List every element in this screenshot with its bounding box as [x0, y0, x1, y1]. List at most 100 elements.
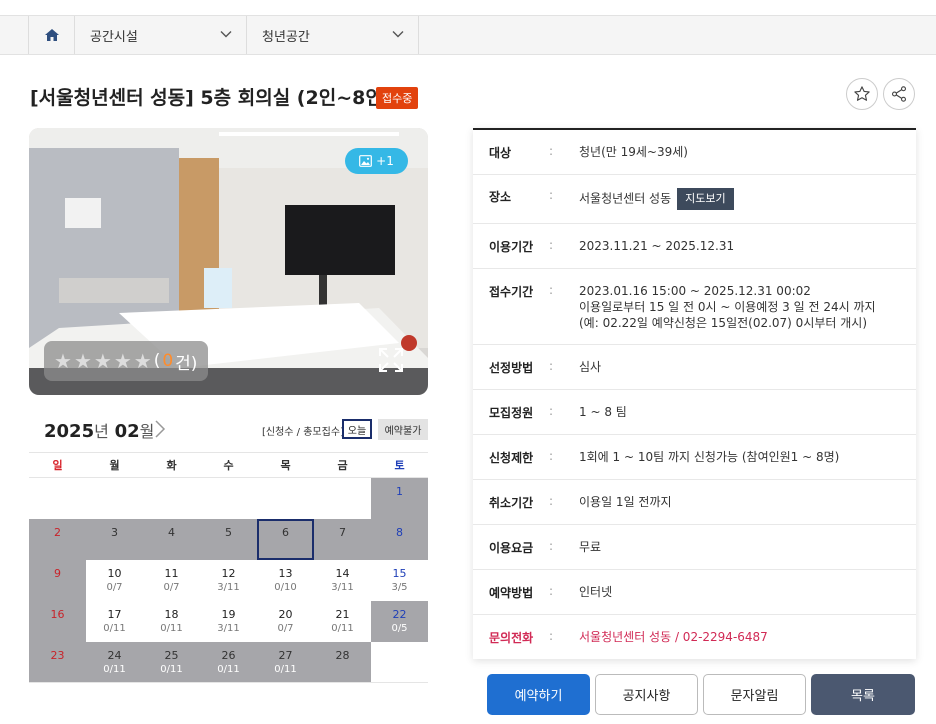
- calendar-day-number: 28: [335, 648, 350, 662]
- separator: :: [549, 404, 554, 418]
- favorite-button[interactable]: [846, 78, 878, 110]
- calendar-day[interactable]: 15 3/5: [371, 559, 428, 601]
- calendar-day-ratio: 0/7: [163, 581, 180, 593]
- calendar-day-ratio: 0/11: [217, 663, 240, 675]
- separator: :: [549, 283, 554, 297]
- info-label: 장소: [489, 190, 512, 204]
- calendar-day[interactable]: 19 3/11: [200, 600, 257, 642]
- info-value: 무료: [579, 540, 602, 554]
- info-row-method: 예약방법: 인터넷: [473, 570, 916, 615]
- calendar-day-ratio: 3/11: [217, 622, 240, 634]
- calendar-day[interactable]: 12 3/11: [200, 559, 257, 601]
- calendar-day-number: 7: [339, 525, 346, 539]
- calendar-day[interactable]: 17 0/11: [86, 600, 143, 642]
- calendar-day[interactable]: 11 0/7: [143, 559, 200, 601]
- breadcrumb-dropdown-1[interactable]: 공간시설: [74, 16, 247, 54]
- breadcrumb-label-2: 청년공간: [262, 29, 310, 45]
- reservation-calendar: 일월화수목금토 1 2 3 4 5 6 7 8 9 10 0/7 11 0/7 12 3/11 13 0/10 1…: [29, 452, 428, 683]
- home-button[interactable]: [28, 16, 75, 54]
- calendar-day: 26 0/11: [200, 641, 257, 683]
- rating-count-open: (: [153, 351, 161, 371]
- info-label: 이용기간: [489, 240, 534, 254]
- share-button[interactable]: [883, 78, 915, 110]
- calendar-day-number: 4: [168, 525, 175, 539]
- calendar-empty-cell: [257, 477, 314, 519]
- calendar-day-number: 27: [278, 648, 293, 662]
- calendar-day-ratio: 3/11: [331, 581, 354, 593]
- info-value: 1회에 1 ~ 10팀 까지 신청가능 (참여인원1 ~ 8명): [579, 450, 840, 464]
- calendar-day[interactable]: 21 0/11: [314, 600, 371, 642]
- calendar-empty-cell: [371, 641, 428, 683]
- calendar-day-ratio: 0/11: [103, 663, 126, 675]
- calendar-day-number: 1: [396, 485, 403, 498]
- info-row-capacity: 모집정원: 1 ~ 8 팀: [473, 390, 916, 435]
- status-badge: 접수중: [376, 87, 419, 109]
- home-icon: [45, 29, 59, 41]
- calendar-day-ratio: 0/10: [274, 581, 297, 593]
- calendar-day-number: 19: [221, 607, 236, 621]
- calendar-month-title: 2025년 02월: [44, 418, 154, 442]
- info-label: 이용요금: [489, 541, 534, 555]
- star-icon: ★: [73, 349, 92, 373]
- next-month-button[interactable]: [153, 419, 167, 439]
- weekday-label: 수: [200, 452, 257, 478]
- info-row-reception: 접수기간: 2023.01.16 15:00 ~ 2025.12.31 00:02…: [473, 269, 916, 345]
- info-value: 인터넷: [579, 585, 613, 599]
- reserve-button[interactable]: 예약하기: [487, 674, 590, 715]
- calendar-empty-cell: [200, 477, 257, 519]
- star-icon: ★: [93, 349, 112, 373]
- info-value-wrap: 서울청년센터 성동 지도보기: [579, 188, 916, 210]
- calendar-day-ratio: 0/11: [274, 663, 297, 675]
- weekday-label: 토: [371, 452, 428, 478]
- calendar-day-number: 15: [392, 566, 407, 580]
- calendar-day: 8: [371, 518, 428, 560]
- calendar-day[interactable]: 13 0/10: [257, 559, 314, 601]
- weekday-label: 금: [314, 452, 371, 478]
- info-label: 예약방법: [489, 586, 534, 600]
- notice-button[interactable]: 공지사항: [595, 674, 698, 715]
- info-label: 취소기간: [489, 496, 534, 510]
- calendar-day-ratio: 3/5: [391, 581, 408, 593]
- calendar-day[interactable]: 14 3/11: [314, 559, 371, 601]
- chevron-down-icon: [220, 31, 232, 38]
- star-outline-icon: [854, 86, 870, 101]
- calendar-day[interactable]: 18 0/11: [143, 600, 200, 642]
- calendar-day-number: 24: [107, 648, 122, 662]
- calendar-day-number: 18: [164, 607, 179, 621]
- info-label: 접수기간: [489, 285, 534, 299]
- unavailable-legend: 예약불가: [378, 419, 428, 440]
- info-value: 2023.01.16 15:00 ~ 2025.12.31 00:02: [579, 284, 811, 298]
- calendar-year: 2025: [44, 421, 95, 442]
- list-button[interactable]: 목록: [811, 674, 915, 715]
- calendar-day: 27 0/11: [257, 641, 314, 683]
- image-count-button[interactable]: +1: [345, 148, 408, 174]
- expand-icon[interactable]: [378, 347, 404, 373]
- calendar-day-number: 22: [392, 607, 407, 621]
- calendar-day-ratio: 0/11: [160, 622, 183, 634]
- calendar-day[interactable]: 10 0/7: [86, 559, 143, 601]
- calendar-day[interactable]: 20 0/7: [257, 600, 314, 642]
- info-value: 이용일 1일 전까지: [579, 495, 672, 509]
- star-icon: ★: [133, 349, 152, 373]
- info-value: 심사: [579, 360, 602, 374]
- separator: :: [549, 629, 554, 643]
- calendar-day-number: 8: [396, 525, 403, 539]
- breadcrumb-divider: [418, 16, 420, 54]
- calendar-day-ratio: 3/11: [217, 581, 240, 593]
- calendar-empty-cell: [314, 477, 371, 519]
- calendar-day: 4: [143, 518, 200, 560]
- breadcrumb-dropdown-2[interactable]: 청년공간: [246, 16, 419, 54]
- contact-value[interactable]: 서울청년센터 성동 / 02-2294-6487: [579, 629, 916, 646]
- info-label: 대상: [489, 146, 512, 160]
- calendar-day-number: 25: [164, 648, 179, 662]
- weekday-header: 일월화수목금토: [29, 452, 428, 478]
- info-label: 선정방법: [489, 361, 534, 375]
- map-button[interactable]: 지도보기: [677, 188, 734, 210]
- info-value: 2023.11.21 ~ 2025.12.31: [579, 239, 735, 253]
- calendar-day: 25 0/11: [143, 641, 200, 683]
- page-title: [서울청년센터 성동] 5층 회의실 (2인~8인): [30, 87, 392, 109]
- calendar-day-ratio: 0/11: [160, 663, 183, 675]
- calendar-empty-cell: [86, 477, 143, 519]
- calendar-day: 28: [314, 641, 371, 683]
- sms-alert-button[interactable]: 문자알림: [703, 674, 806, 715]
